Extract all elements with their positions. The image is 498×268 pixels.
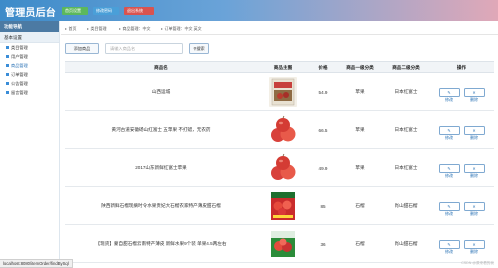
edit-button[interactable]: ✎ 修改 [438,87,460,102]
menu-dot-icon [6,91,9,95]
arrow-icon [161,27,163,30]
logout-button[interactable]: 退出系统 [124,7,154,15]
arrow-icon [87,27,89,30]
search-button[interactable]: ⚲搜索 [189,43,209,54]
app-title: 管理员后台 [5,8,56,19]
sidebar-item-messages[interactable]: 留言管理 [0,88,59,97]
change-password-button[interactable]: 修改密码 [93,7,119,15]
table-body: 山西运城 54.9 苹果 日本红富士 ✎ 修改 ✕ 删除 黄河古道安徽砀山红富士 五苹果 不打蜡… [65,73,494,263]
product-cat1: 石榴 [355,203,365,208]
product-cat1: 苹果 [355,127,365,132]
actions-cell: ✎ 修改 ✕ 删除 [429,111,494,149]
add-product-button[interactable]: 添加商品 [65,43,99,54]
menu-dot-icon [6,64,9,68]
table-row: 山西运城 54.9 苹果 日本红富士 ✎ 修改 ✕ 删除 [65,73,494,111]
delete-icon: ✕ [472,89,476,95]
table-row: 【现货】蒙自甜石榴云南特产薄皮 新鲜水果9个装 单果4.5两左右 36 石榴 肖山甜石… [65,225,494,263]
breadcrumb-home[interactable]: 首页 [65,25,77,32]
watermark: CSDN @原来看的我 [461,261,494,265]
table-header: 商品名 商品主图 价格 商品一级分类 商品二级分类 操作 [65,61,494,73]
actions-cell: ✎ 修改 ✕ 删除 [429,149,494,187]
product-cat2: 日本红富士 [394,127,418,132]
sidebar-item-products[interactable]: 商品管理 [0,61,59,70]
product-name-cell: 【现货】蒙自甜石榴云南特产薄皮 新鲜水果9个装 单果4.5两左右 [95,241,227,246]
product-cat2: 日本红富士 [394,165,418,170]
status-bar: localhost:8080/itemOrder/findBySql [0,259,73,268]
product-price: 85 [320,203,326,209]
top-header: 管理员后台 首页设置 修改密码 退出系统 [0,0,498,21]
product-image [257,111,309,149]
edit-icon: ✎ [447,203,451,209]
sidebar-item-categories[interactable]: 类目管理 [0,43,59,52]
sidebar-item-users[interactable]: 用户管理 [0,52,59,61]
breadcrumb: 首页 类目管理 商品管理：中文 订单管理：中文 英文 [61,21,498,35]
delete-button[interactable]: ✕ 删除 [463,125,485,140]
delete-icon: ✕ [472,241,476,247]
product-cat2: 日本红富士 [394,89,418,94]
breadcrumb-item[interactable]: 订单管理：中文 英文 [161,25,202,32]
product-price: 54.9 [318,89,328,95]
home-icon [65,27,67,30]
arrow-icon [119,27,121,30]
search-input[interactable]: 请输入商品名 [105,43,183,54]
product-name-cell: 2017山东新鲜红富士苹果 [135,165,187,170]
actions-cell: ✎ 修改 ✕ 删除 [429,73,494,111]
product-price: 49.9 [318,165,328,171]
product-cat1: 石榴 [355,241,365,246]
product-cat2: 肖山甜石榴 [394,203,418,208]
menu-dot-icon [6,82,9,86]
actions-cell: ✎ 修改 ✕ 删除 [429,187,494,225]
product-cat1: 苹果 [355,165,365,170]
edit-button[interactable]: ✎ 修改 [438,239,460,254]
table-row: 陕西新鲜石榴现摘时令水果贵妃大石榴农家特产薄皮甜石榴 85 石榴 肖山甜石榴 ✎ 修改 ✕ 删… [65,187,494,225]
delete-icon: ✕ [472,127,476,133]
sidebar-item-orders[interactable]: 订单管理 [0,70,59,79]
menu-dot-icon [6,73,9,77]
product-image [257,73,309,111]
edit-icon: ✎ [447,241,451,247]
edit-icon: ✎ [447,89,451,95]
product-price: 36 [320,241,326,247]
sidebar: 功能导航 基本设置 类目管理 用户管理 商品管理 订单管理 公告管理 留言管理 [0,21,60,268]
product-image [257,187,309,225]
breadcrumb-item[interactable]: 类目管理 [87,25,107,32]
delete-icon: ✕ [472,165,476,171]
menu-dot-icon [6,46,9,50]
sidebar-item-notices[interactable]: 公告管理 [0,79,59,88]
actions-cell: ✎ 修改 ✕ 删除 [429,225,494,263]
edit-icon: ✎ [447,127,451,133]
product-cat1: 苹果 [355,89,365,94]
edit-button[interactable]: ✎ 修改 [438,163,460,178]
menu-dot-icon [6,55,9,59]
sidebar-title: 功能导航 [0,21,59,32]
table-row: 2017山东新鲜红富士苹果 49.9 苹果 日本红富士 ✎ 修改 ✕ 删除 [65,149,494,187]
product-name-cell: 陕西新鲜石榴现摘时令水果贵妃大石榴农家特产薄皮甜石榴 [101,203,221,208]
product-name-cell: 山西运城 [151,89,171,94]
product-price: 66.5 [318,127,328,133]
product-cat2: 肖山甜石榴 [394,241,418,246]
sidebar-section[interactable]: 基本设置 [0,32,59,43]
product-name-cell: 黄河古道安徽砀山红富士 五苹果 不打蜡，无农药 [111,127,211,132]
product-image [257,149,309,187]
home-settings-button[interactable]: 首页设置 [62,7,88,15]
edit-button[interactable]: ✎ 修改 [438,201,460,216]
delete-button[interactable]: ✕ 删除 [463,201,485,216]
edit-button[interactable]: ✎ 修改 [438,125,460,140]
products-table: 商品名 商品主图 价格 商品一级分类 商品二级分类 操作 山西运城 54.9 苹果日… [65,61,494,263]
table-row: 黄河古道安徽砀山红富士 五苹果 不打蜡，无农药 66.5 苹果 日本红富士 ✎ 修改 ✕ 删除 [65,111,494,149]
delete-button[interactable]: ✕ 删除 [463,87,485,102]
delete-button[interactable]: ✕ 删除 [463,163,485,178]
breadcrumb-item[interactable]: 商品管理：中文 [119,25,151,32]
delete-icon: ✕ [472,203,476,209]
edit-icon: ✎ [447,165,451,171]
product-image [257,225,309,263]
delete-button[interactable]: ✕ 删除 [463,239,485,254]
